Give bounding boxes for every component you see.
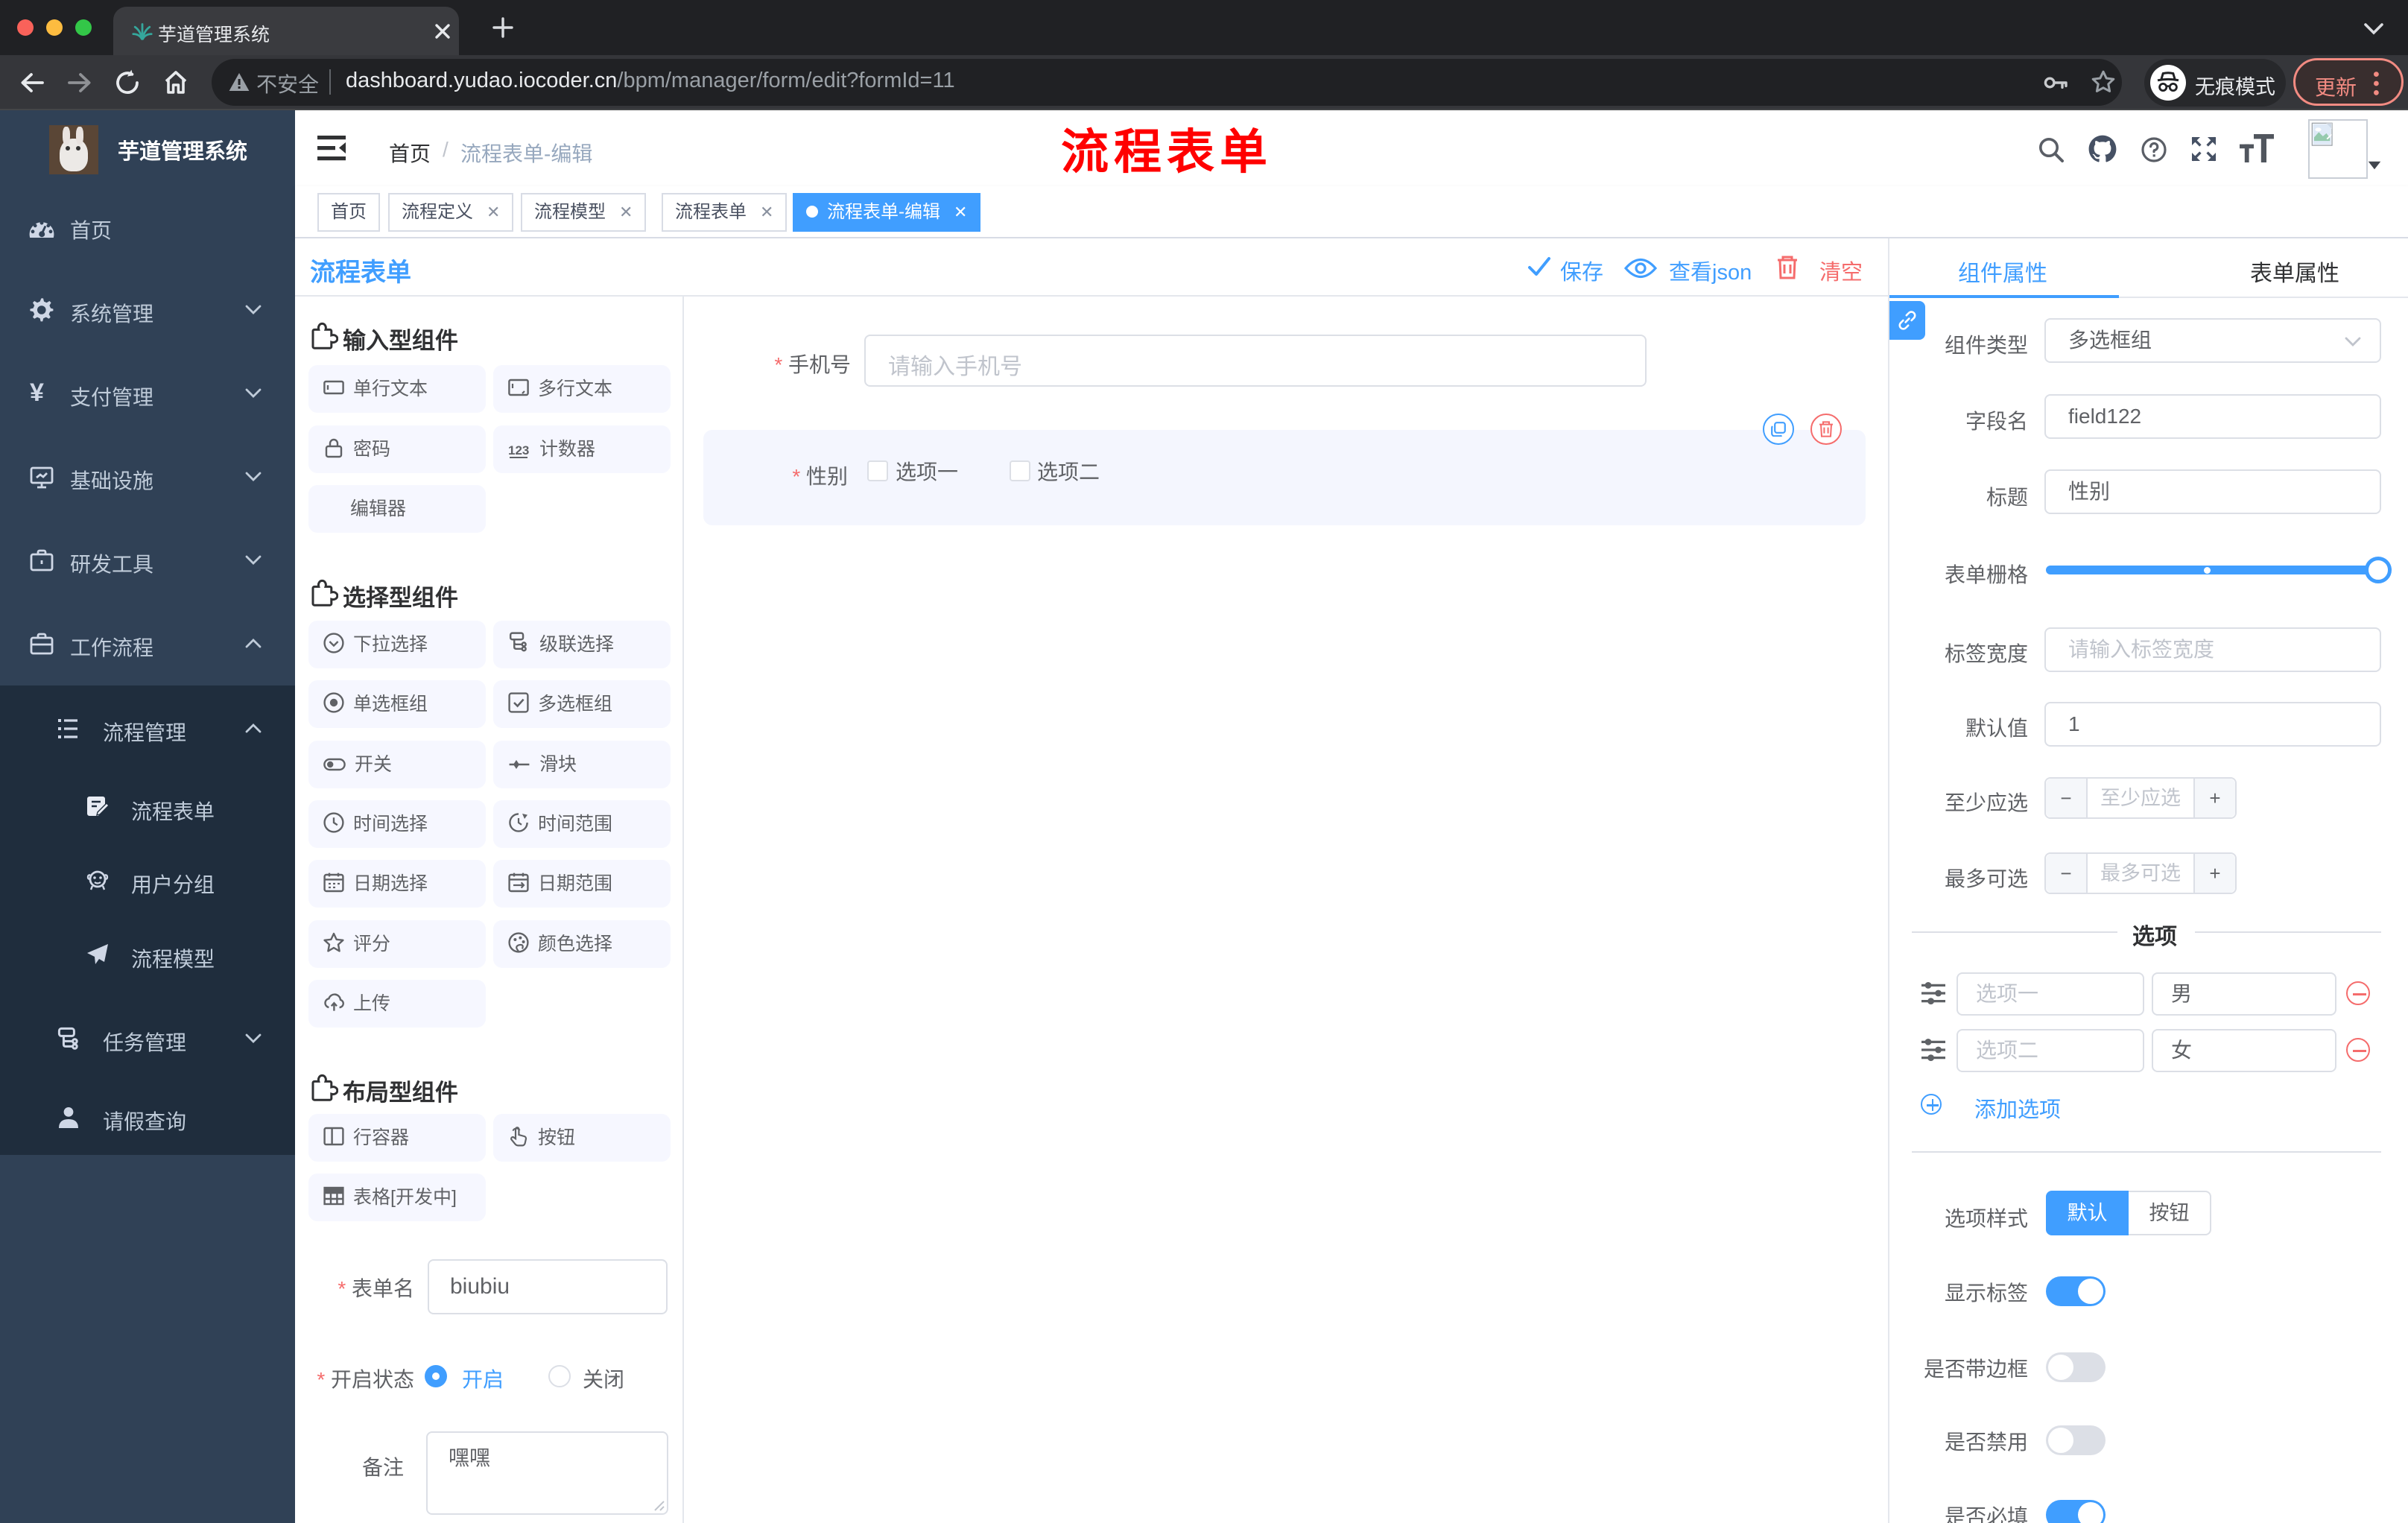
svg-text:123: 123: [508, 443, 529, 457]
